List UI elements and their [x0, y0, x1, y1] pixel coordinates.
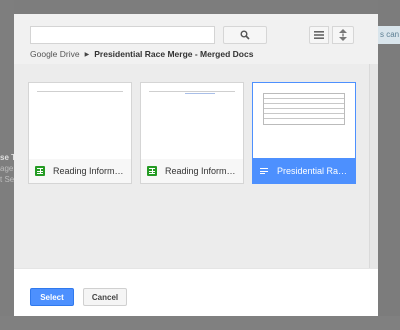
file-label: Reading Informatio...: [141, 159, 243, 183]
search-input[interactable]: [30, 26, 215, 44]
file-label: Reading Informatio...: [29, 159, 131, 183]
file-thumbnail: [141, 83, 243, 159]
file-thumbnail: [29, 83, 131, 159]
google-sheets-icon: [147, 166, 157, 176]
file-name: Presidential Race M...: [277, 166, 351, 176]
file-grid: Reading Informatio... Reading Informatio…: [14, 64, 369, 268]
background-page-left-text: se To age t Set: [0, 152, 14, 185]
picker-footer: Select Cancel: [14, 268, 378, 316]
breadcrumb: Google Drive ▶ Presidential Race Merge -…: [30, 47, 253, 61]
google-sheets-icon: [35, 166, 45, 176]
breadcrumb-separator-icon: ▶: [84, 51, 90, 58]
sort-icon: [339, 29, 347, 41]
file-name: Reading Informatio...: [165, 166, 239, 176]
file-tile[interactable]: Reading Informatio...: [140, 82, 244, 184]
google-docs-icon: [259, 166, 269, 176]
file-tile-selected[interactable]: Presidential Race M...: [252, 82, 356, 184]
breadcrumb-root[interactable]: Google Drive: [30, 49, 80, 59]
file-tile[interactable]: Reading Informatio...: [28, 82, 132, 184]
file-label: Presidential Race M...: [253, 159, 355, 183]
select-button[interactable]: Select: [30, 288, 74, 306]
cancel-button[interactable]: Cancel: [83, 288, 127, 306]
background-page-note: s can: [378, 26, 400, 44]
breadcrumb-current-folder: Presidential Race Merge - Merged Docs: [94, 49, 254, 59]
file-thumbnail: [253, 83, 355, 159]
file-name: Reading Informatio...: [53, 166, 127, 176]
background-text-line: age: [0, 164, 14, 173]
picker-header: Google Drive ▶ Presidential Race Merge -…: [14, 14, 378, 64]
scrollbar[interactable]: [369, 64, 378, 268]
file-picker-dialog: Google Drive ▶ Presidential Race Merge -…: [14, 14, 378, 316]
search-button[interactable]: [223, 26, 267, 44]
background-page-bottom: [0, 316, 400, 330]
list-view-button[interactable]: [309, 26, 329, 44]
sort-button[interactable]: [332, 26, 354, 44]
background-text-strong: se To: [0, 153, 14, 162]
background-text-line: t Set: [0, 175, 14, 184]
search-icon: [240, 30, 250, 40]
document-preview-table: [263, 93, 345, 125]
background-page-right: [378, 0, 400, 330]
list-view-icon: [314, 31, 324, 39]
